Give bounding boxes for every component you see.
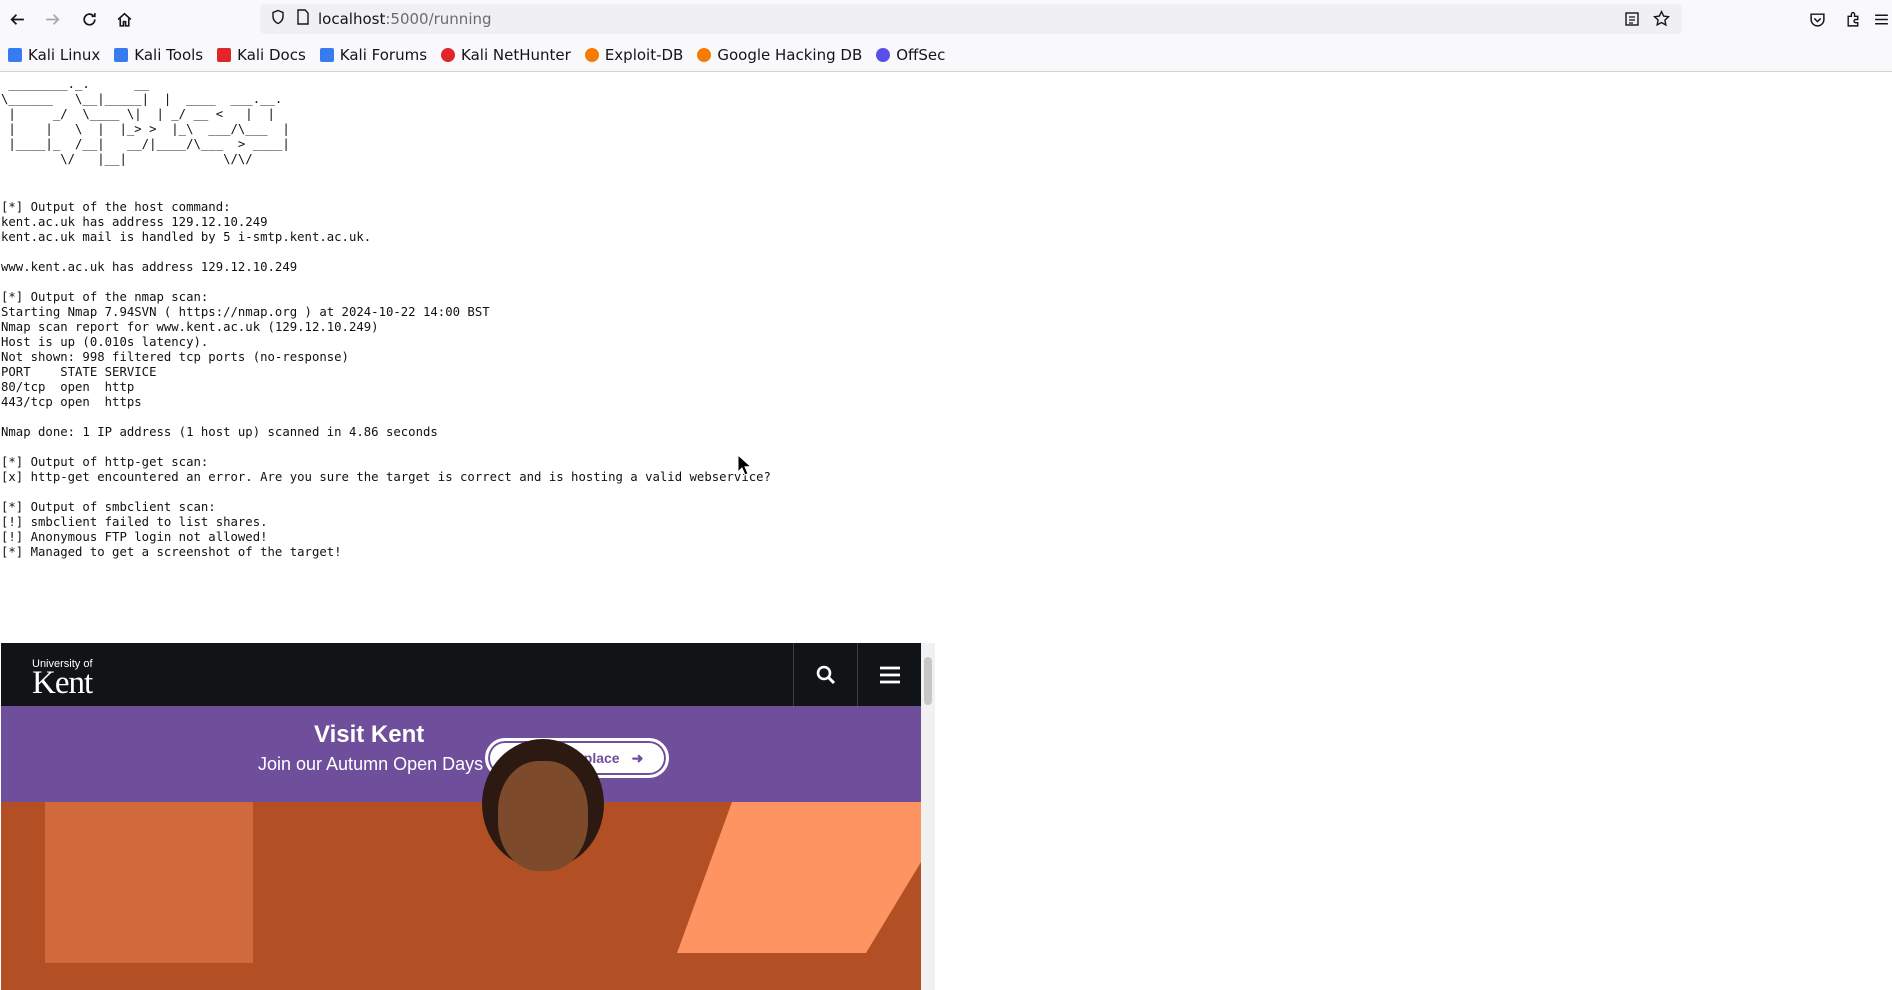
kent-search-button bbox=[793, 643, 857, 706]
bookmark-kali-forums[interactable]: Kali Forums bbox=[319, 45, 428, 64]
page-content: ________._. __ \______ \__|_____| | ____… bbox=[0, 72, 1892, 990]
puzzle-icon bbox=[1846, 11, 1858, 27]
search-icon bbox=[816, 665, 835, 684]
pocket-button[interactable] bbox=[1802, 4, 1832, 34]
bookmark-label: Exploit-DB bbox=[604, 45, 684, 64]
bookmark-kali-nethunter[interactable]: Kali NetHunter bbox=[441, 46, 571, 64]
hero-parallelogram-shape bbox=[677, 802, 921, 953]
menu-button[interactable] bbox=[1866, 4, 1892, 34]
bookmarks-toolbar: Kali Linux Kali Tools Kali Docs Kali For… bbox=[0, 38, 1892, 72]
output-log: [*] Output of the host command: kent.ac.u… bbox=[1, 200, 771, 560]
shield-icon[interactable] bbox=[270, 9, 286, 29]
log-line: kent.ac.uk mail is handled by 5 i-smtp.k… bbox=[1, 230, 372, 244]
open-day-banner: Visit Kent Join our Autumn Open Days Boo… bbox=[1, 706, 921, 802]
log-line: kent.ac.uk has address 129.12.10.249 bbox=[1, 215, 268, 229]
bookmark-label: Kali Linux bbox=[28, 45, 101, 64]
bookmark-kali-linux[interactable]: Kali Linux bbox=[8, 46, 100, 64]
banner-title: Visit Kent bbox=[314, 721, 425, 748]
bookmark-label: Kali Forums bbox=[339, 45, 428, 64]
browser-toolbar: localhost:5000/running bbox=[0, 0, 1892, 38]
url-path: :5000/running bbox=[385, 10, 492, 28]
kali-forums-icon bbox=[319, 47, 334, 62]
log-line: 80/tcp open http bbox=[1, 380, 135, 394]
forward-arrow-icon bbox=[45, 13, 60, 25]
banner-subtitle: Join our Autumn Open Days bbox=[258, 754, 484, 774]
reload-button[interactable] bbox=[74, 4, 104, 34]
scrollbar-thumb[interactable] bbox=[924, 657, 932, 705]
kent-menu-button bbox=[857, 643, 921, 706]
kent-logo: Kent bbox=[32, 665, 93, 701]
url-text[interactable]: localhost:5000/running bbox=[318, 10, 492, 28]
offsec-icon bbox=[876, 47, 891, 62]
log-line: Nmap done: 1 IP address (1 host up) scan… bbox=[1, 425, 438, 439]
url-host: localhost bbox=[318, 10, 386, 28]
reload-icon bbox=[82, 12, 96, 26]
bookmark-kali-tools[interactable]: Kali Tools bbox=[114, 46, 203, 64]
ghdb-icon bbox=[697, 47, 712, 62]
screenshot-scrollbar[interactable] bbox=[921, 643, 935, 990]
hero-image bbox=[1, 802, 921, 990]
page-info-icon[interactable] bbox=[296, 9, 310, 29]
log-line: [*] Output of http-get scan: bbox=[1, 455, 209, 469]
student-portrait bbox=[498, 761, 588, 871]
pocket-icon bbox=[1809, 12, 1825, 27]
log-line: [*] Managed to get a screenshot of the t… bbox=[1, 545, 342, 559]
arrow-right-icon: ➜ bbox=[631, 749, 644, 766]
back-arrow-icon bbox=[9, 13, 24, 25]
log-line: [*] Output of the host command: bbox=[1, 200, 231, 214]
target-screenshot: University of Kent Visit Kent Join our A… bbox=[1, 643, 935, 990]
extensions-button[interactable] bbox=[1838, 4, 1868, 34]
bookmark-label: Kali NetHunter bbox=[461, 45, 571, 64]
bookmark-kali-docs[interactable]: Kali Docs bbox=[217, 46, 306, 64]
bookmark-exploit-db[interactable]: Exploit-DB bbox=[584, 45, 684, 64]
bookmark-google-hacking-db[interactable]: Google Hacking DB bbox=[697, 46, 862, 64]
hamburger-icon bbox=[1874, 13, 1888, 25]
bookmark-label: Google Hacking DB bbox=[717, 45, 863, 64]
url-bar[interactable]: localhost:5000/running bbox=[260, 4, 1682, 34]
log-line: [*] Output of the nmap scan: bbox=[1, 290, 209, 304]
log-line: www.kent.ac.uk has address 129.12.10.249 bbox=[1, 260, 298, 274]
back-button[interactable] bbox=[2, 4, 32, 34]
nethunter-icon bbox=[441, 47, 456, 62]
log-line: Not shown: 998 filtered tcp ports (no-re… bbox=[1, 350, 349, 364]
mouse-cursor-icon bbox=[737, 454, 751, 476]
bookmark-label: Kali Tools bbox=[134, 45, 204, 64]
forward-button[interactable] bbox=[37, 4, 67, 34]
bookmark-label: Kali Docs bbox=[237, 45, 306, 64]
log-line: PORT STATE SERVICE bbox=[1, 365, 157, 379]
reader-view-icon[interactable] bbox=[1624, 11, 1640, 31]
hamburger-icon bbox=[879, 666, 900, 683]
hero-square-shape bbox=[45, 802, 253, 963]
log-line: Starting Nmap 7.94SVN ( https://nmap.org… bbox=[1, 305, 490, 319]
kali-tools-icon bbox=[114, 47, 129, 62]
bookmark-label: OffSec bbox=[896, 45, 946, 64]
exploit-db-icon bbox=[584, 47, 599, 62]
log-line: [x] http-get encountered an error. Are y… bbox=[1, 470, 771, 484]
ascii-banner: ________._. __ \______ \__|_____| | ____… bbox=[1, 77, 290, 166]
log-line: [!] smbclient failed to list shares. bbox=[1, 515, 268, 529]
log-line: [*] Output of smbclient scan: bbox=[1, 500, 216, 514]
kali-docs-icon bbox=[217, 47, 232, 62]
kali-dragon-icon bbox=[8, 47, 22, 62]
log-line: [!] Anonymous FTP login not allowed! bbox=[1, 530, 268, 544]
kent-nav-bar: University of Kent bbox=[1, 643, 921, 706]
bookmark-star-icon[interactable] bbox=[1652, 9, 1671, 31]
log-line: 443/tcp open https bbox=[1, 395, 142, 409]
log-line: Host is up (0.010s latency). bbox=[1, 335, 209, 349]
bookmark-offsec[interactable]: OffSec bbox=[876, 46, 945, 64]
home-icon bbox=[117, 12, 131, 27]
log-line: Nmap scan report for www.kent.ac.uk (129… bbox=[1, 320, 379, 334]
home-button[interactable] bbox=[109, 4, 139, 34]
